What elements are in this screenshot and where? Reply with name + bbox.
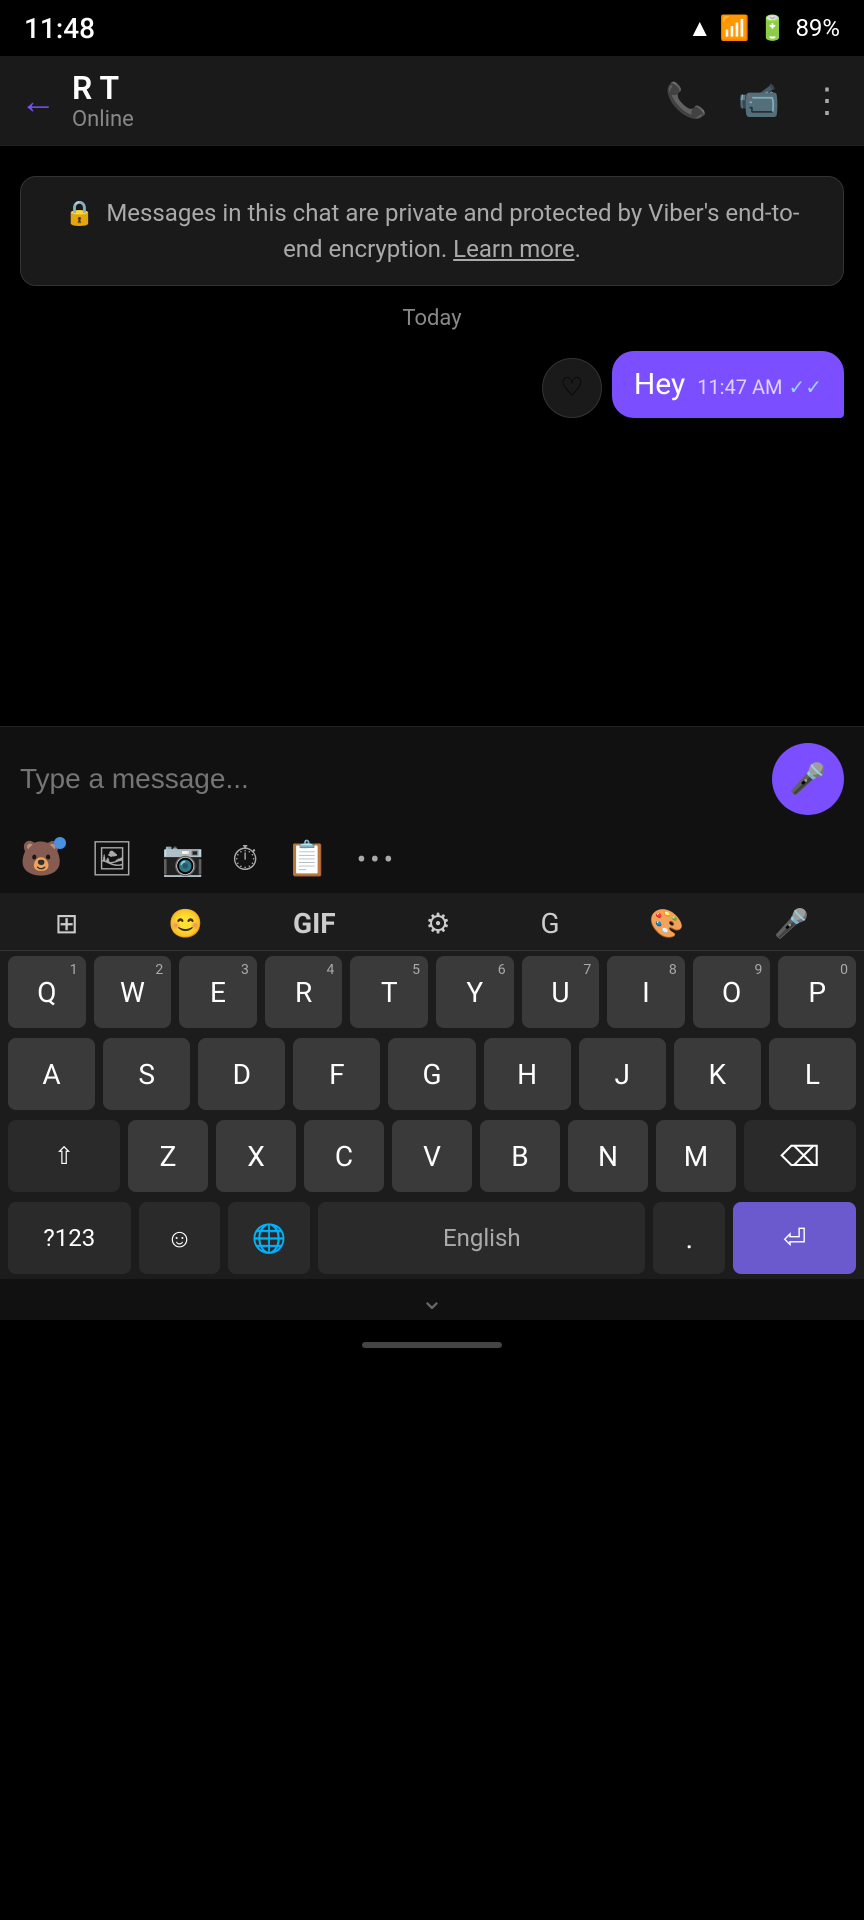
message-time: 11:47 AM <box>697 375 782 399</box>
back-button[interactable]: ← <box>20 80 56 122</box>
keyboard-apps-icon[interactable]: ⊞ <box>55 907 78 940</box>
keyboard-row-3: ⇧ Z X C V B N M ⌫ <box>0 1115 864 1197</box>
key-p[interactable]: P0 <box>778 956 856 1028</box>
call-button[interactable]: 📞 <box>665 81 707 121</box>
sticker-button[interactable]: 🐻 <box>20 839 62 879</box>
keyboard-collapse-hint[interactable]: ⌄ <box>0 1279 864 1320</box>
space-key[interactable]: English <box>318 1202 645 1274</box>
key-e[interactable]: E3 <box>179 956 257 1028</box>
wifi-icon: ▲ <box>688 14 712 43</box>
status-icons: ▲ 📶 🔋 89% <box>688 14 840 43</box>
message-row: ♡ Hey 11:47 AM ✓✓ <box>20 351 844 418</box>
chevron-down-icon: ⌄ <box>420 1283 443 1316</box>
shift-key[interactable]: ⇧ <box>8 1120 120 1192</box>
apps-icon: ⊞ <box>55 907 78 940</box>
key-l[interactable]: L <box>769 1038 856 1110</box>
status-time: 11:48 <box>24 12 95 45</box>
key-y[interactable]: Y6 <box>436 956 514 1028</box>
header-actions: 📞 📹 ⋮ <box>665 81 844 121</box>
chat-header: ← R T Online 📞 📹 ⋮ <box>0 56 864 146</box>
nav-hint <box>362 1342 502 1348</box>
battery-icon: 🔋 <box>758 14 788 42</box>
key-w[interactable]: W2 <box>94 956 172 1028</box>
enter-key[interactable]: ⏎ <box>733 1202 856 1274</box>
keyboard: ⊞ 😊 GIF ⚙ G 🎨 🎤 Q1 W2 E3 R4 T5 Y6 U7 I8 … <box>0 893 864 1279</box>
toolbar-row: 🐻 🖼 📷 ⏱ 📋 ••• <box>0 831 864 893</box>
key-v[interactable]: V <box>392 1120 472 1192</box>
keyboard-top-row: ⊞ 😊 GIF ⚙ G 🎨 🎤 <box>0 893 864 951</box>
key-u[interactable]: U7 <box>522 956 600 1028</box>
timer-button[interactable]: ⏱ <box>232 839 259 879</box>
key-m[interactable]: M <box>656 1120 736 1192</box>
key-h[interactable]: H <box>484 1038 571 1110</box>
mic-icon: 🎤 <box>789 762 826 797</box>
key-c[interactable]: C <box>304 1120 384 1192</box>
keyboard-theme-icon[interactable]: 🎨 <box>649 907 684 940</box>
keyboard-row-1: Q1 W2 E3 R4 T5 Y6 U7 I8 O9 P0 <box>0 951 864 1033</box>
key-f[interactable]: F <box>293 1038 380 1110</box>
heart-icon: ♡ <box>560 373 583 403</box>
contact-status: Online <box>72 107 665 132</box>
key-j[interactable]: J <box>579 1038 666 1110</box>
date-divider: Today <box>20 306 844 331</box>
globe-key[interactable]: 🌐 <box>228 1202 310 1274</box>
key-i[interactable]: I8 <box>607 956 685 1028</box>
key-d[interactable]: D <box>198 1038 285 1110</box>
input-bar: 🎤 <box>0 726 864 831</box>
settings-icon: ⚙ <box>426 907 451 940</box>
numbers-key[interactable]: ?123 <box>8 1202 131 1274</box>
keyboard-gif-button[interactable]: GIF <box>293 907 336 940</box>
key-k[interactable]: K <box>674 1038 761 1110</box>
message-input[interactable] <box>20 763 760 795</box>
battery-text: 89% <box>795 14 840 42</box>
translate-icon: G <box>540 907 559 940</box>
bottom-bar <box>0 1320 864 1370</box>
keyboard-sticker-icon[interactable]: 😊 <box>168 907 203 940</box>
video-call-button[interactable]: 📹 <box>738 81 780 121</box>
mic-button[interactable]: 🎤 <box>772 743 844 815</box>
gif-label: GIF <box>293 907 336 940</box>
contact-info: R T Online <box>72 69 665 132</box>
key-q[interactable]: Q1 <box>8 956 86 1028</box>
message-text: Hey <box>634 367 685 402</box>
emoji-key[interactable]: ☺ <box>139 1202 221 1274</box>
image-button[interactable]: 🖼 <box>90 839 133 879</box>
more-options-button[interactable]: ⋮ <box>810 81 844 121</box>
learn-more-link[interactable]: Learn more <box>453 235 574 263</box>
key-z[interactable]: Z <box>128 1120 208 1192</box>
kb-mic-icon: 🎤 <box>774 907 809 940</box>
encryption-notice: 🔒 Messages in this chat are private and … <box>20 176 844 286</box>
like-button[interactable]: ♡ <box>542 358 602 418</box>
contact-name: R T <box>72 69 665 107</box>
status-bar: 11:48 ▲ 📶 🔋 89% <box>0 0 864 56</box>
read-ticks: ✓✓ <box>788 375 822 399</box>
key-t[interactable]: T5 <box>350 956 428 1028</box>
signal-icon: 📶 <box>720 14 750 42</box>
backspace-key[interactable]: ⌫ <box>744 1120 856 1192</box>
key-r[interactable]: R4 <box>265 956 343 1028</box>
key-b[interactable]: B <box>480 1120 560 1192</box>
keyboard-row-2: A S D F G H J K L <box>0 1033 864 1115</box>
key-s[interactable]: S <box>103 1038 190 1110</box>
keyboard-mic-icon[interactable]: 🎤 <box>774 907 809 940</box>
key-n[interactable]: N <box>568 1120 648 1192</box>
key-x[interactable]: X <box>216 1120 296 1192</box>
sticker-icon: 😊 <box>168 907 203 940</box>
lock-icon: 🔒 <box>65 199 95 227</box>
period-key[interactable]: . <box>653 1202 725 1274</box>
message-bubble: Hey 11:47 AM ✓✓ <box>612 351 844 418</box>
notification-dot <box>54 837 66 849</box>
message-meta: 11:47 AM ✓✓ <box>697 375 822 399</box>
key-o[interactable]: O9 <box>693 956 771 1028</box>
chat-area: 🔒 Messages in this chat are private and … <box>0 146 864 726</box>
key-a[interactable]: A <box>8 1038 95 1110</box>
note-button[interactable]: 📋 <box>286 839 328 879</box>
keyboard-row-4: ?123 ☺ 🌐 English . ⏎ <box>0 1197 864 1279</box>
camera-button[interactable]: 📷 <box>162 839 204 879</box>
theme-icon: 🎨 <box>649 907 684 940</box>
keyboard-translate-icon[interactable]: G <box>540 907 559 940</box>
key-g[interactable]: G <box>388 1038 475 1110</box>
toolbar-more-button[interactable]: ••• <box>357 843 397 876</box>
keyboard-settings-icon[interactable]: ⚙ <box>426 907 451 940</box>
